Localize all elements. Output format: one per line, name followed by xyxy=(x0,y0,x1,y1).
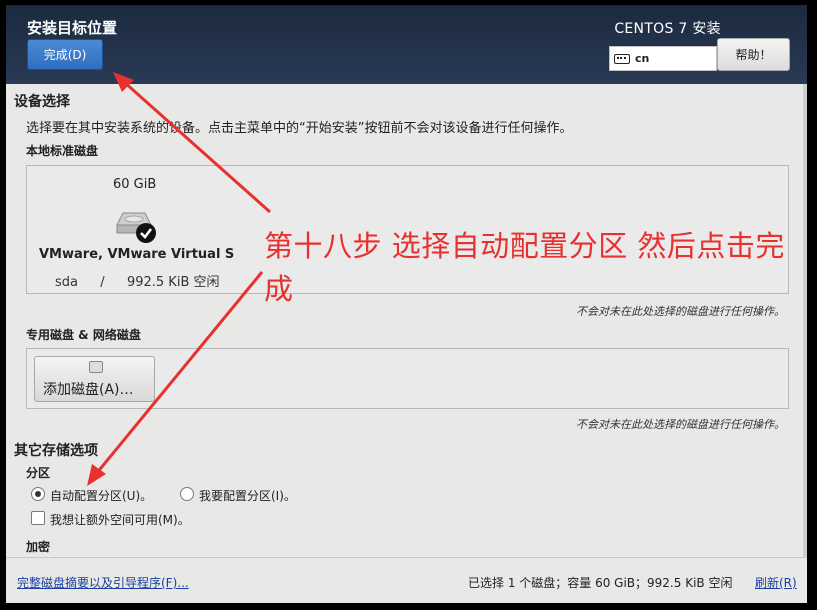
arrow-to-auto-partition xyxy=(94,271,264,475)
arrow-to-done-button xyxy=(123,80,271,214)
annotation-arrows xyxy=(87,72,271,486)
